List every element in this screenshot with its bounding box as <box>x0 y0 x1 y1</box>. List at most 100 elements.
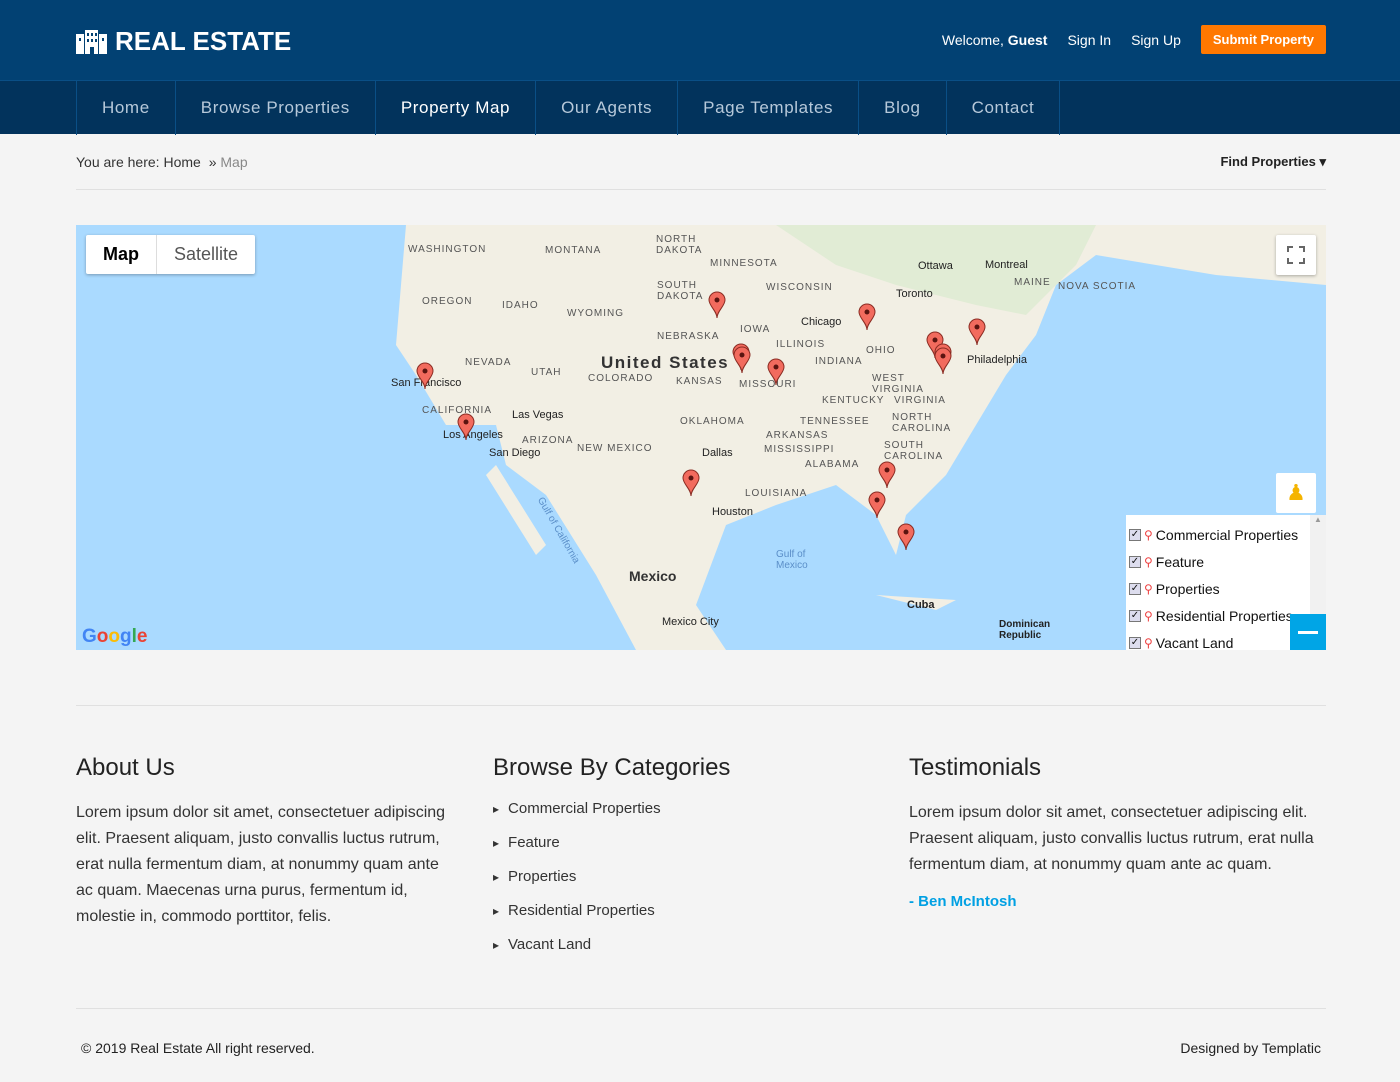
property-marker-icon[interactable] <box>682 469 700 497</box>
city-label: Philadelphia <box>967 354 1027 366</box>
map-legend: ✓ ⚲ Commercial Properties ✓ ⚲ Feature ✓ ⚲ Prop… <box>1126 515 1310 650</box>
nav-blog[interactable]: Blog <box>859 81 947 135</box>
state-label: Wyoming <box>567 308 624 319</box>
legend-label: Feature <box>1155 553 1205 570</box>
breadcrumb-sep: » <box>208 153 217 170</box>
fullscreen-icon <box>1287 246 1305 264</box>
sign-up-link[interactable]: Sign Up <box>1131 32 1181 48</box>
state-label: South Dakota <box>657 280 704 302</box>
state-label: North Dakota <box>656 234 703 256</box>
breadcrumb-home[interactable]: Home <box>163 154 200 170</box>
about-text: Lorem ipsum dolor sit amet, consectetuer… <box>76 804 446 925</box>
breadcrumb-prefix: You are here: <box>76 153 160 170</box>
label-united-states: United States <box>601 353 730 372</box>
legend-collapse-button[interactable] <box>1290 614 1326 650</box>
legend-label: Properties <box>1155 580 1220 597</box>
state-label: Virginia <box>894 395 946 406</box>
legend-item[interactable]: ✓ ⚲ Feature <box>1126 548 1310 575</box>
designer-credit[interactable]: Designed by Templatic <box>1180 1040 1321 1056</box>
checkbox-icon[interactable]: ✓ <box>1129 555 1141 568</box>
legend-item[interactable]: ✓ ⚲ Vacant Land <box>1126 629 1310 650</box>
state-label: Maine <box>1014 277 1051 288</box>
fullscreen-button[interactable] <box>1276 235 1316 275</box>
property-marker-icon[interactable] <box>868 491 886 519</box>
pin-icon: ⚲ <box>1144 581 1153 596</box>
find-properties-dropdown[interactable]: Find Properties ▾ <box>1220 154 1326 170</box>
nav-our-agents[interactable]: Our Agents <box>536 81 679 135</box>
categories-title: Browse By Categories <box>493 754 731 781</box>
legend-item[interactable]: ✓ ⚲ Residential Properties <box>1126 602 1310 629</box>
property-marker-icon[interactable] <box>733 346 751 374</box>
logo[interactable]: REAL ESTATE <box>76 26 291 57</box>
property-marker-icon[interactable] <box>934 347 952 375</box>
breadcrumb-current: Map <box>220 153 248 170</box>
city-label: Las Vegas <box>512 409 564 421</box>
state-label: Tennessee <box>800 416 870 427</box>
state-label: Kentucky <box>822 395 885 406</box>
breadcrumb: You are here: Home » Map Find Properties… <box>76 134 1326 190</box>
nav-home[interactable]: Home <box>77 81 176 135</box>
logo-text: REAL ESTATE <box>115 26 292 56</box>
category-link[interactable]: Commercial Properties <box>493 800 873 834</box>
map-type-satellite-button[interactable]: Satellite <box>156 235 255 274</box>
property-marker-icon[interactable] <box>968 318 986 346</box>
pin-icon: ⚲ <box>1144 635 1153 650</box>
category-link[interactable]: Vacant Land <box>493 936 873 970</box>
state-label: Nova Scotia <box>1058 281 1137 292</box>
legend-item[interactable]: ✓ ⚲ Commercial Properties <box>1126 521 1310 548</box>
property-marker-icon[interactable] <box>767 358 785 386</box>
property-marker-icon[interactable] <box>416 362 434 390</box>
state-label: Nevada <box>465 357 512 368</box>
legend-label: Commercial Properties <box>1155 526 1299 543</box>
categories-section: Browse By Categories Commercial Properti… <box>493 754 873 970</box>
testimonial-author: - Ben McIntosh <box>909 893 1017 910</box>
legend-label: Residential Properties <box>1155 607 1293 624</box>
street-view-pegman-icon[interactable]: ♟ <box>1276 473 1316 513</box>
nav-property-map[interactable]: Property Map <box>376 81 537 135</box>
submit-property-button[interactable]: Submit Property <box>1200 25 1326 54</box>
testimonial-text: Lorem ipsum dolor sit amet, consectetuer… <box>909 804 1314 873</box>
category-link[interactable]: Properties <box>493 868 873 902</box>
state-label: Arkansas <box>766 430 829 441</box>
property-marker-icon[interactable] <box>457 413 475 441</box>
divider <box>76 705 1326 706</box>
state-label: Arizona <box>522 435 574 446</box>
legend-item[interactable]: ✓ ⚲ Properties <box>1126 575 1310 602</box>
city-label: Chicago <box>801 316 842 328</box>
testimonials-title: Testimonials <box>909 754 1042 781</box>
nav-page-templates[interactable]: Page Templates <box>678 81 860 135</box>
state-label: Idaho <box>502 300 539 311</box>
category-link[interactable]: Residential Properties <box>493 902 873 936</box>
copyright: © 2019 Real Estate All right reserved. <box>81 1040 315 1056</box>
city-label: Toronto <box>896 288 933 300</box>
checkbox-icon[interactable]: ✓ <box>1129 609 1141 622</box>
checkbox-icon[interactable]: ✓ <box>1129 528 1141 541</box>
nav-contact[interactable]: Contact <box>947 81 1061 135</box>
property-marker-icon[interactable] <box>897 523 915 551</box>
state-label: Illinois <box>776 339 826 350</box>
state-label: Alabama <box>805 459 860 470</box>
property-map[interactable]: United States Mexico Washington Montana … <box>76 225 1326 650</box>
checkbox-icon[interactable]: ✓ <box>1129 582 1141 595</box>
map-type-map-button[interactable]: Map <box>86 235 156 274</box>
find-properties-label: Find Properties <box>1220 153 1316 169</box>
property-marker-icon[interactable] <box>708 291 726 319</box>
about-section: About Us Lorem ipsum dolor sit amet, con… <box>76 754 456 930</box>
sign-in-link[interactable]: Sign In <box>1067 32 1111 48</box>
state-label: Ohio <box>866 345 896 356</box>
testimonials-section: Testimonials Lorem ipsum dolor sit amet,… <box>909 754 1326 910</box>
checkbox-icon[interactable]: ✓ <box>1129 636 1141 649</box>
username: Guest <box>1007 31 1048 48</box>
property-marker-icon[interactable] <box>858 303 876 331</box>
category-link[interactable]: Feature <box>493 834 873 868</box>
nav-browse-properties[interactable]: Browse Properties <box>176 81 376 135</box>
city-label: Mexico City <box>662 616 719 628</box>
top-header: REAL ESTATE Welcome, Guest Sign In Sign … <box>0 0 1400 80</box>
state-label: Kansas <box>676 376 723 387</box>
pin-icon: ⚲ <box>1144 608 1153 623</box>
state-label: Iowa <box>740 324 771 335</box>
city-label: Cuba <box>907 599 935 611</box>
state-label: Colorado <box>588 373 654 384</box>
state-label: Louisiana <box>745 488 808 499</box>
property-marker-icon[interactable] <box>878 461 896 489</box>
